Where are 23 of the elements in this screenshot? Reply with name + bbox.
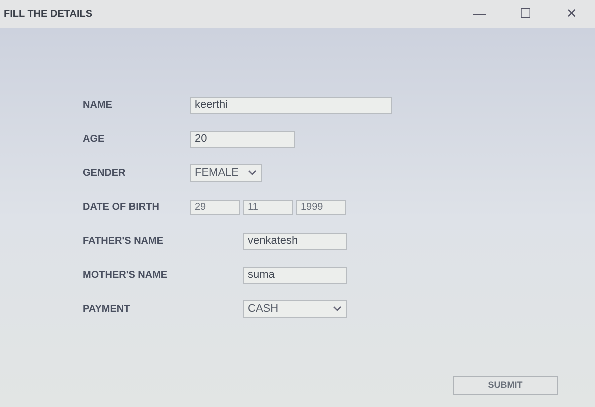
dropdown[interactable]: CASH [243,300,347,318]
window-control[interactable]: ✕ [549,0,595,28]
date-part-field[interactable]: 11 [243,200,293,214]
text-field[interactable]: suma [243,266,347,284]
window-control[interactable]: — [457,0,503,28]
field-label: NAME [83,98,114,112]
field-label: AGE [83,132,106,146]
field-label: GENDER [83,166,127,180]
text-field[interactable]: keerthi [190,96,392,114]
date-part-field[interactable]: 29 [190,200,240,214]
window-title: FILL THE DETAILS [4,8,93,22]
submit-button[interactable]: SUBMIT [453,376,558,395]
window-control[interactable]: ☐ [503,0,549,28]
field-label: MOTHER'S NAME [83,268,169,282]
field-label: FATHER'S NAME [83,234,165,248]
field-label: DATE OF BIRTH [83,200,160,214]
chevron-down-icon [248,170,257,176]
field-label: PAYMENT [83,302,132,316]
dropdown[interactable]: FEMALE [190,164,262,182]
date-part-field[interactable]: 1999 [296,200,346,214]
chevron-down-icon [333,306,342,312]
text-field[interactable]: 20 [190,130,295,148]
text-field[interactable]: venkatesh [243,232,347,250]
